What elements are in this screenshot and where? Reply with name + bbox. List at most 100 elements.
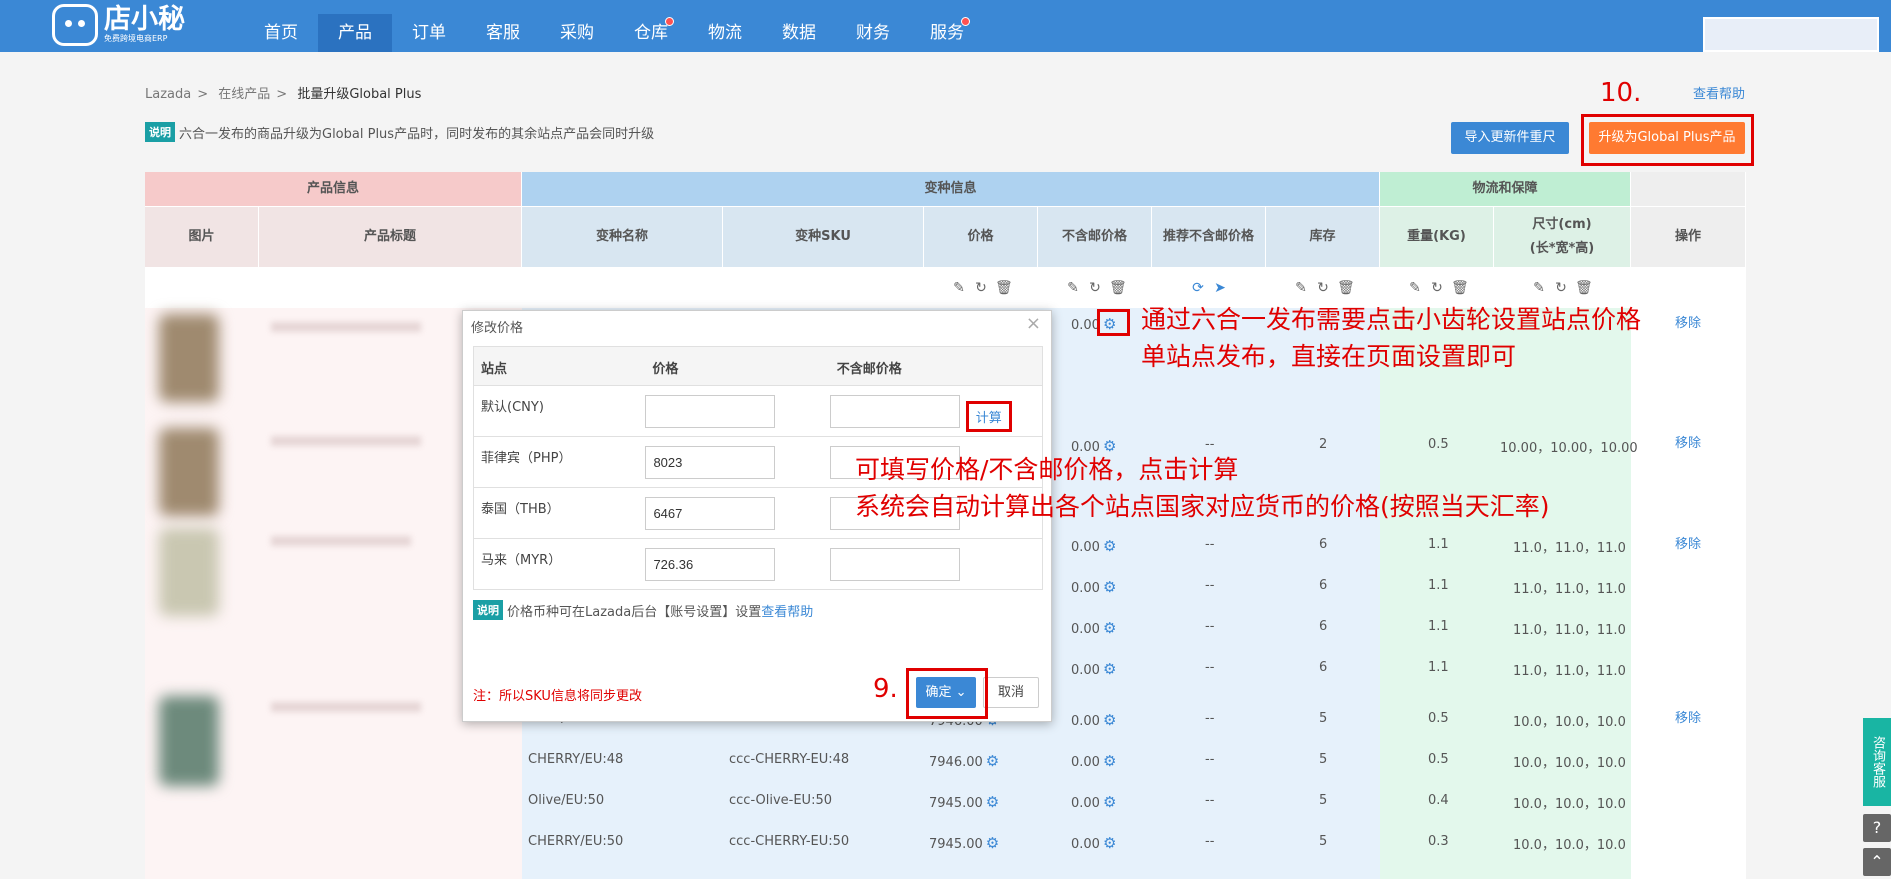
free-price-input[interactable] bbox=[829, 395, 960, 428]
consult-support-button[interactable]: 咨询客服 bbox=[1863, 718, 1891, 806]
nav-orders[interactable]: 订单 bbox=[392, 14, 466, 52]
free-price-cell[interactable]: 0.00 ⚙ bbox=[1071, 578, 1116, 596]
breadcrumb-online-products[interactable]: 在线产品 bbox=[218, 87, 270, 102]
gear-icon[interactable]: ⚙ bbox=[1103, 619, 1116, 637]
action-band bbox=[1631, 308, 1746, 879]
nav-purchase[interactable]: 采购 bbox=[540, 14, 614, 52]
gear-icon[interactable]: ⚙ bbox=[986, 834, 999, 852]
free-price-value: 0.00 bbox=[1071, 837, 1100, 852]
logo-name: 店小秘 bbox=[104, 4, 185, 35]
free-price-cell[interactable]: 0.00 ⚙ bbox=[1071, 711, 1116, 729]
close-icon[interactable]: × bbox=[1026, 313, 1041, 334]
site-label: 泰国（THB） bbox=[481, 502, 560, 517]
reset-icon[interactable]: ↻ bbox=[1315, 280, 1331, 296]
gear-icon[interactable]: ⚙ bbox=[1103, 752, 1116, 770]
gear-icon[interactable]: ⚙ bbox=[1103, 793, 1116, 811]
product-image[interactable] bbox=[159, 428, 219, 516]
nav-products[interactable]: 产品 bbox=[318, 14, 392, 52]
free-price-cell[interactable]: 0.00 ⚙ bbox=[1071, 619, 1116, 637]
breadcrumb-separator: > bbox=[197, 87, 209, 102]
edit-icon[interactable]: ✎ bbox=[1407, 280, 1423, 296]
group-logistics: 物流和保障 bbox=[1380, 172, 1631, 206]
free-price-cell[interactable]: 0.00 ⚙ bbox=[1071, 793, 1116, 811]
product-image[interactable] bbox=[159, 696, 219, 786]
gear-icon[interactable]: ⚙ bbox=[1103, 834, 1116, 852]
free-price-cell[interactable]: 0.00 ⚙ bbox=[1071, 752, 1116, 770]
tip-help-link[interactable]: 查看帮助 bbox=[761, 601, 813, 620]
nav-data[interactable]: 数据 bbox=[762, 14, 836, 52]
reset-icon[interactable]: ↻ bbox=[1553, 280, 1569, 296]
edit-icon[interactable]: ✎ bbox=[1531, 280, 1547, 296]
nav-service-label: 服务 bbox=[930, 23, 964, 43]
free-price-value: 0.00 bbox=[1071, 622, 1100, 637]
remove-link[interactable]: 移除 bbox=[1675, 707, 1701, 726]
help-link[interactable]: 查看帮助 bbox=[1693, 83, 1745, 102]
recommended-price-cell: -- bbox=[1205, 537, 1215, 552]
nav-finance[interactable]: 财务 bbox=[836, 14, 910, 52]
price-input[interactable] bbox=[645, 548, 776, 581]
free-price-cell[interactable]: 0.00 ⚙ bbox=[1071, 660, 1116, 678]
free-price-input[interactable] bbox=[829, 548, 960, 581]
gear-icon[interactable]: ⚙ bbox=[986, 752, 999, 770]
price-cell[interactable]: 7945.00 ⚙ bbox=[929, 834, 999, 852]
breadcrumb-lazada[interactable]: Lazada bbox=[145, 87, 191, 102]
price-cell[interactable]: 7946.00⚙ bbox=[929, 752, 999, 770]
back-to-top-icon[interactable]: ⌃ bbox=[1863, 848, 1891, 876]
trash-icon[interactable]: 🗑 bbox=[1337, 280, 1355, 296]
site-label: 默认(CNY) bbox=[481, 400, 544, 415]
recommended-price-cell: -- bbox=[1205, 619, 1215, 634]
nav-warehouse[interactable]: 仓库 bbox=[614, 14, 688, 52]
price-input[interactable] bbox=[645, 395, 776, 428]
remove-link[interactable]: 移除 bbox=[1675, 312, 1701, 331]
site-label: 菲律宾（PHP） bbox=[481, 451, 572, 466]
free-price-cell[interactable]: 0.00 ⚙ bbox=[1071, 834, 1116, 852]
reset-icon[interactable]: ↻ bbox=[1087, 280, 1103, 296]
free-price-value: 0.00 bbox=[1071, 714, 1100, 729]
import-size-button[interactable]: 导入更新件重尺 bbox=[1451, 122, 1569, 154]
price-input[interactable] bbox=[645, 497, 776, 530]
product-image[interactable] bbox=[159, 314, 219, 402]
send-icon[interactable]: ➤ bbox=[1212, 280, 1228, 296]
free-price-cell[interactable]: 0.00 ⚙ bbox=[1071, 537, 1116, 555]
edit-icon[interactable]: ✎ bbox=[951, 280, 967, 296]
trash-icon[interactable]: 🗑 bbox=[1109, 280, 1127, 296]
price-input[interactable] bbox=[645, 446, 776, 479]
remove-link[interactable]: 移除 bbox=[1675, 432, 1701, 451]
help-icon[interactable]: ? bbox=[1863, 814, 1891, 842]
nav-customer-service[interactable]: 客服 bbox=[466, 14, 540, 52]
gear-icon[interactable]: ⚙ bbox=[1103, 537, 1116, 555]
breadcrumb-current: 批量升级Global Plus bbox=[297, 87, 422, 102]
nav-logistics[interactable]: 物流 bbox=[688, 14, 762, 52]
sync-icon[interactable]: ⟳ bbox=[1190, 280, 1206, 296]
weight-bulk-tools: ✎ ↻ 🗑 bbox=[1407, 280, 1469, 296]
edit-icon[interactable]: ✎ bbox=[1293, 280, 1309, 296]
gear-icon[interactable]: ⚙ bbox=[1103, 578, 1116, 596]
trash-icon[interactable]: 🗑 bbox=[1451, 280, 1469, 296]
remove-link[interactable]: 移除 bbox=[1675, 533, 1701, 552]
nav-home[interactable]: 首页 bbox=[244, 14, 318, 52]
free-price-value: 0.00 bbox=[1071, 796, 1100, 811]
app-logo[interactable]: 店小秘 免费跨境电商ERP bbox=[52, 2, 185, 48]
gear-icon[interactable]: ⚙ bbox=[1103, 660, 1116, 678]
gear-icon[interactable]: ⚙ bbox=[1103, 711, 1116, 729]
gear-icon[interactable]: ⚙ bbox=[986, 793, 999, 811]
trash-icon[interactable]: 🗑 bbox=[1575, 280, 1593, 296]
nav-service[interactable]: 服务 bbox=[910, 14, 984, 52]
sync-warning: 注：所以SKU信息将同步更改 bbox=[473, 689, 642, 704]
edit-icon[interactable]: ✎ bbox=[1065, 280, 1081, 296]
trash-icon[interactable]: 🗑 bbox=[995, 280, 1013, 296]
reset-icon[interactable]: ↻ bbox=[1429, 280, 1445, 296]
user-account-box[interactable] bbox=[1703, 17, 1879, 52]
rec-price-bulk-tools: ⟳ ➤ bbox=[1190, 280, 1228, 296]
calculate-button[interactable]: 计算 bbox=[965, 401, 1012, 432]
price-cell[interactable]: 7945.00 ⚙ bbox=[929, 793, 999, 811]
currency-tip: 说明 价格币种可在Lazada后台【账号设置】设置 查看帮助 bbox=[473, 600, 813, 620]
stock-cell: 6 bbox=[1319, 619, 1328, 634]
size-cell: 10.0，10.0，10.0 bbox=[1513, 797, 1626, 812]
weight-cell: 1.1 bbox=[1428, 660, 1449, 675]
variant-name-cell: Olive/EU:50 bbox=[528, 793, 605, 808]
cancel-button[interactable]: 取消 bbox=[983, 677, 1039, 708]
col-size-sub: (长*宽*高) bbox=[1529, 241, 1595, 256]
reset-icon[interactable]: ↻ bbox=[973, 280, 989, 296]
product-image[interactable] bbox=[159, 528, 219, 616]
